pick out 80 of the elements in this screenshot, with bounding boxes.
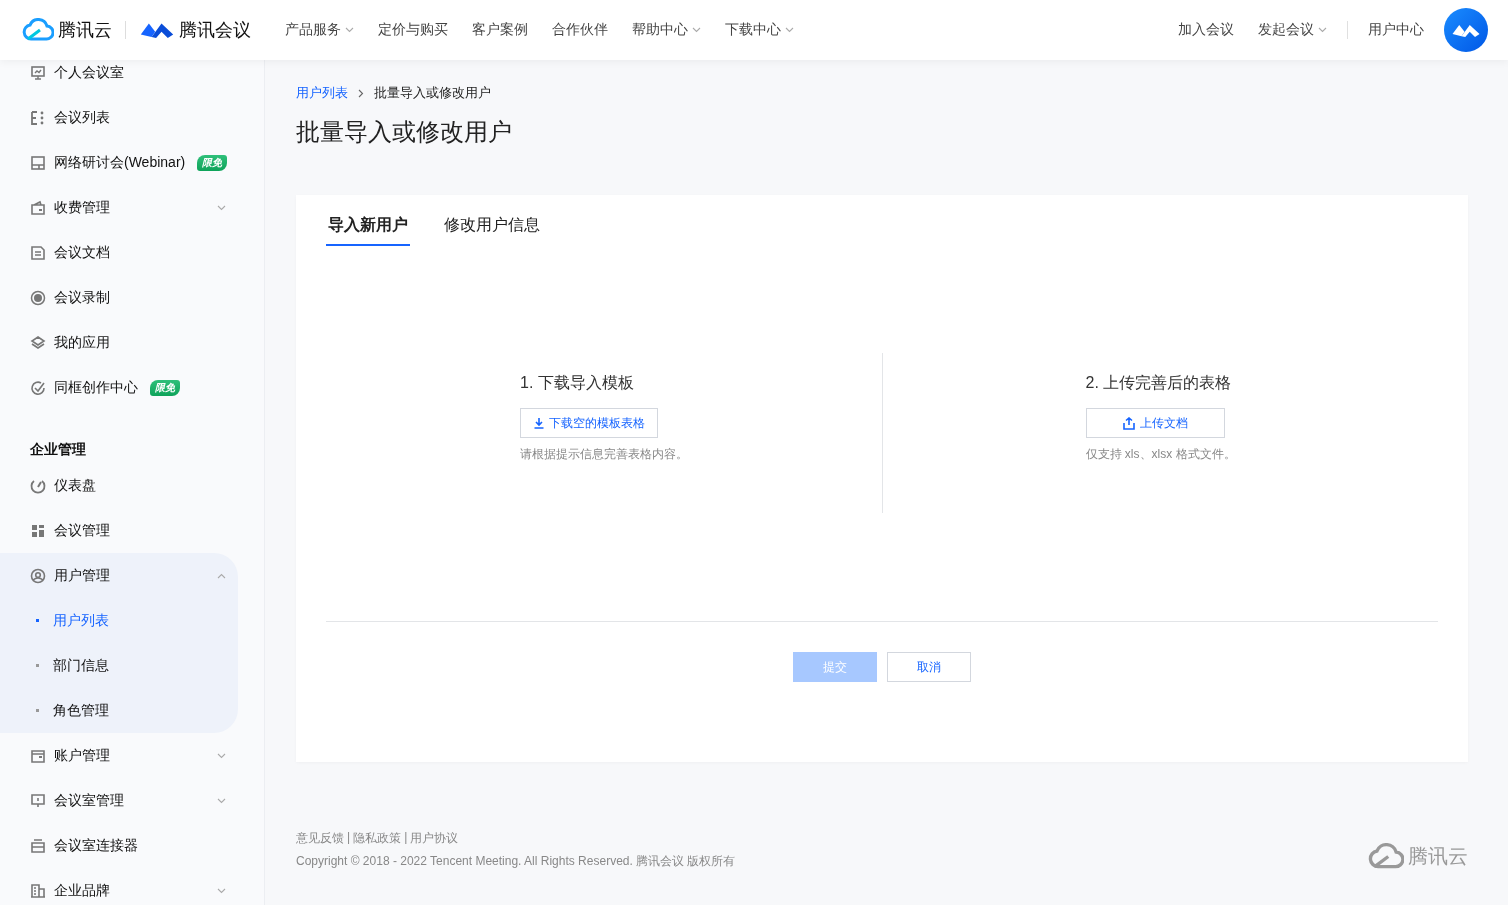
sidebar-subitem[interactable]: 用户列表 <box>0 598 238 643</box>
chevron-icon <box>217 887 226 894</box>
cancel-button[interactable]: 取消 <box>887 652 971 682</box>
hint-text: 请根据提示信息完善表格内容。 <box>520 446 689 463</box>
presentation-board-icon <box>30 64 46 81</box>
step-title: 2. 上传完善后的表格 <box>1085 373 1233 393</box>
download-button[interactable]: 下载空的模板表格 <box>520 408 658 438</box>
upload-button[interactable]: 上传文档 <box>1085 408 1225 438</box>
copyright-text: Copyright © 2018 - 2022 Tencent Meeting. All Rights Reserved. 腾讯会议 版权所有 <box>296 853 737 870</box>
free-badge: 限免 <box>197 154 228 171</box>
cloud-logo-icon <box>1368 843 1404 870</box>
sidebar-item[interactable]: 收费管理 <box>0 185 264 230</box>
brand-name: 腾讯会议 <box>179 19 251 42</box>
footer-link[interactable]: 意见反馈 <box>296 830 344 847</box>
list-icon <box>30 109 46 126</box>
chevron-icon <box>217 204 226 211</box>
breadcrumb-current: 批量导入或修改用户 <box>374 84 491 102</box>
building-icon <box>30 882 46 899</box>
separator: | <box>404 830 408 846</box>
nav-link[interactable]: 帮助中心 <box>632 21 701 39</box>
sidebar-item[interactable]: 我的应用 <box>0 320 264 365</box>
caret-icon <box>345 27 354 33</box>
monitor-icon <box>30 154 46 171</box>
nav-link[interactable]: 下载中心 <box>725 21 794 39</box>
sidebar-subitem[interactable]: 部门信息 <box>0 643 238 688</box>
caret-icon <box>692 27 701 33</box>
brand-name: 腾讯云 <box>58 19 112 42</box>
sidebar-item[interactable]: 网络研讨会(Webinar) 限免 <box>0 140 264 185</box>
separator: | <box>347 830 351 846</box>
chevron-right-icon <box>358 88 364 98</box>
document-icon <box>30 244 46 261</box>
sidebar-item[interactable]: 同框创作中心 限免 <box>0 365 264 410</box>
nav-link[interactable]: 定价与购买 <box>378 21 448 39</box>
footer-link[interactable]: 隐私政策 <box>353 830 402 847</box>
sidebar-item[interactable]: 会议室管理 <box>0 778 264 823</box>
footer-link[interactable]: 用户协议 <box>410 830 459 847</box>
sidebar-subitem[interactable]: 角色管理 <box>0 688 238 733</box>
caret-icon <box>1318 27 1327 33</box>
grid-icon <box>30 522 46 539</box>
sidebar-item[interactable]: 会议录制 <box>0 275 264 320</box>
sidebar-item[interactable]: 企业品牌 <box>0 868 264 905</box>
nav-link[interactable]: 客户案例 <box>472 21 528 39</box>
nav-link[interactable]: 加入会议 <box>1178 21 1234 39</box>
tab[interactable]: 导入新用户 <box>326 213 410 246</box>
page-title: 批量导入或修改用户 <box>296 117 513 147</box>
cloud-logo-icon <box>22 18 54 42</box>
sidebar-item[interactable]: 用户管理 <box>0 553 238 598</box>
wallet-icon <box>30 199 46 216</box>
footer-logo-text: 腾讯云 <box>1408 844 1468 869</box>
upload-icon <box>1122 416 1136 430</box>
hint-text: 仅支持 xls、xlsx 格式文件。 <box>1085 446 1237 463</box>
nav-link[interactable]: 用户中心 <box>1368 21 1424 39</box>
connector-icon <box>30 837 46 854</box>
wallet-icon <box>30 747 46 764</box>
caret-icon <box>785 27 794 33</box>
download-icon <box>533 417 545 429</box>
nav-link[interactable]: 发起会议 <box>1258 21 1327 39</box>
tab[interactable]: 修改用户信息 <box>442 213 542 246</box>
section-heading: 企业管理 <box>29 440 87 459</box>
free-badge: 限免 <box>150 379 180 396</box>
nav-link[interactable]: 产品服务 <box>285 21 354 39</box>
sidebar-item[interactable]: 仪表盘 <box>0 463 264 508</box>
sidebar-item[interactable]: 个人会议室 <box>0 60 264 95</box>
avatar-icon[interactable] <box>1444 8 1488 52</box>
record-icon <box>30 289 46 306</box>
chevron-icon <box>217 572 226 579</box>
user-circle-icon <box>30 567 46 584</box>
breadcrumb-link[interactable]: 用户列表 <box>296 84 348 102</box>
sidebar-item[interactable]: 会议文档 <box>0 230 264 275</box>
chevron-icon <box>217 752 226 759</box>
step-title: 1. 下载导入模板 <box>520 373 635 393</box>
board-icon <box>30 792 46 809</box>
sidebar-item[interactable]: 会议管理 <box>0 508 264 553</box>
sidebar-item[interactable]: 会议室连接器 <box>0 823 264 868</box>
sidebar-item[interactable]: 会议列表 <box>0 95 264 140</box>
chevron-icon <box>217 797 226 804</box>
gauge-icon <box>30 477 46 494</box>
layers-icon <box>30 334 46 351</box>
sidebar-item[interactable]: 账户管理 <box>0 733 264 778</box>
nav-link[interactable]: 合作伙伴 <box>552 21 608 39</box>
